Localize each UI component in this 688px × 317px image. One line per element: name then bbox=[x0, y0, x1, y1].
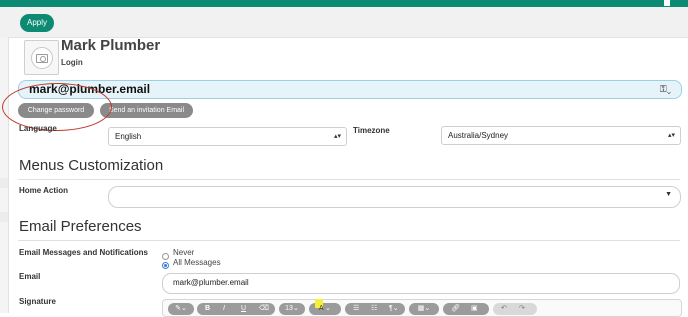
menus-section-title: Menus Customization bbox=[19, 157, 164, 174]
radio-never[interactable] bbox=[162, 253, 169, 260]
signature-editor-toolbar: ✎⌄ B I U ⌫ 13⌄ A ⌄ ☰ ☷ ¶⌄ ▦⌄ 🔗︎ ▣ ↶ ↷ bbox=[162, 299, 682, 317]
email-messages-label: Email Messages and Notifications bbox=[19, 248, 148, 257]
sidebar-edge-marker bbox=[0, 178, 8, 188]
language-label: Language bbox=[19, 124, 57, 133]
login-email-field[interactable]: mark@plumber.email ⚿⌄ bbox=[18, 80, 682, 99]
camera-icon bbox=[36, 54, 48, 63]
window-control[interactable] bbox=[664, 0, 670, 6]
divider bbox=[18, 179, 680, 180]
image-icon[interactable]: ▣ bbox=[471, 303, 478, 315]
login-label: Login bbox=[61, 58, 83, 67]
link-icon[interactable]: 🔗︎ bbox=[451, 303, 460, 315]
email-input-value: mark@plumber.email bbox=[173, 278, 249, 287]
bold-button[interactable]: B bbox=[205, 303, 210, 315]
left-sidebar-edge bbox=[0, 37, 9, 313]
eraser-icon[interactable]: ⌫ bbox=[259, 303, 269, 315]
font-color-button[interactable]: A ⌄ bbox=[309, 299, 341, 315]
user-name: Mark Plumber bbox=[61, 37, 161, 54]
bullet-list-icon[interactable]: ☰ bbox=[353, 303, 359, 315]
signature-label: Signature bbox=[19, 297, 56, 306]
radio-all-messages-label: All Messages bbox=[173, 258, 221, 267]
paragraph-icon[interactable]: ¶⌄ bbox=[389, 303, 399, 315]
style-menu-button[interactable]: ✎⌄ bbox=[168, 303, 194, 315]
email-prefs-section-title: Email Preferences bbox=[19, 218, 142, 235]
timezone-value: Australia/Sydney bbox=[448, 131, 509, 140]
radio-all-messages[interactable] bbox=[162, 262, 169, 269]
select-arrows-icon: ▴▾ bbox=[333, 133, 341, 140]
divider bbox=[18, 240, 680, 241]
apply-button[interactable]: Apply bbox=[20, 14, 55, 32]
timezone-select[interactable]: Australia/Sydney ▴▾ bbox=[441, 126, 681, 145]
list-group: ☰ ☷ ¶⌄ bbox=[345, 303, 405, 315]
font-size-value: 13 bbox=[285, 305, 293, 312]
key-icon[interactable]: ⚿⌄ bbox=[660, 84, 671, 95]
action-strip bbox=[0, 7, 688, 38]
home-action-select[interactable]: ▼ bbox=[108, 186, 681, 208]
table-button[interactable]: ▦⌄ bbox=[409, 303, 439, 315]
select-arrows-icon: ▴▾ bbox=[667, 132, 675, 139]
sidebar-edge-marker bbox=[0, 212, 8, 222]
send-invitation-button[interactable]: Send an invitation Email bbox=[100, 103, 193, 118]
history-group: ↶ ↷ bbox=[493, 303, 537, 315]
underline-button[interactable]: U bbox=[241, 303, 246, 315]
avatar-upload[interactable] bbox=[24, 40, 59, 75]
chevron-down-icon: ▼ bbox=[665, 191, 672, 198]
language-select[interactable]: English ▴▾ bbox=[108, 127, 347, 146]
email-input[interactable]: mark@plumber.email bbox=[162, 273, 680, 294]
numbered-list-icon[interactable]: ☷ bbox=[371, 303, 377, 315]
font-size-button[interactable]: 13⌄ bbox=[279, 303, 305, 315]
timezone-label: Timezone bbox=[353, 126, 390, 135]
language-value: English bbox=[115, 132, 142, 141]
italic-button[interactable]: I bbox=[223, 303, 225, 315]
redo-button[interactable]: ↷ bbox=[519, 303, 525, 315]
font-color-icon: A bbox=[314, 299, 323, 312]
email-label: Email bbox=[19, 272, 41, 281]
insert-group: 🔗︎ ▣ bbox=[443, 303, 489, 315]
text-format-group: B I U ⌫ bbox=[197, 303, 275, 315]
radio-never-label: Never bbox=[173, 248, 195, 257]
top-bar bbox=[0, 0, 688, 7]
undo-button[interactable]: ↶ bbox=[501, 303, 507, 315]
home-action-label: Home Action bbox=[19, 186, 69, 195]
